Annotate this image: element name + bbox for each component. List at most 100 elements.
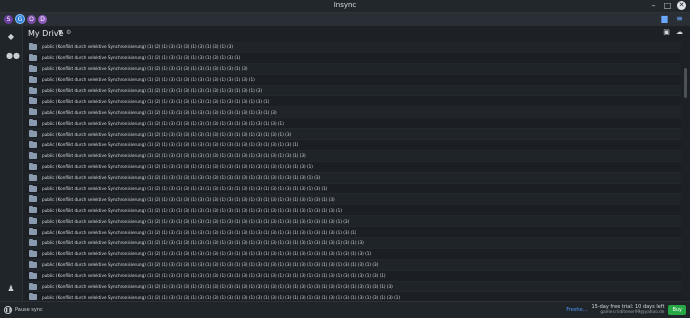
account-switcher: S G O D xyxy=(4,14,47,24)
list-item[interactable]: public (Konflikt durch selektive Synchro… xyxy=(27,140,681,151)
people-icon[interactable]: ●● xyxy=(6,51,20,61)
list-item[interactable]: public (Konflikt durch selektive Synchro… xyxy=(27,107,681,119)
folder-icon xyxy=(29,173,37,181)
list-item-label: public (Konflikt durch selektive Synchro… xyxy=(42,196,335,202)
topbar-actions: ▆ ≡ xyxy=(660,14,684,23)
list-item-label: public (Konflikt durch selektive Synchro… xyxy=(42,98,270,104)
close-button[interactable]: ✕ xyxy=(677,1,686,10)
list-item[interactable]: public (Konflikt durch selektive Synchro… xyxy=(27,238,681,249)
cloud-icon[interactable]: ☁ xyxy=(675,28,684,37)
pause-sync-button[interactable]: ❚❚ Pause sync xyxy=(4,306,43,314)
list-item-label: public (Konflikt durch selektive Synchro… xyxy=(42,109,277,115)
list-item[interactable]: public (Konflikt durch selektive Synchro… xyxy=(27,248,681,260)
folder-icon xyxy=(29,108,37,116)
title-bar: Insync – □ ✕ xyxy=(0,0,690,13)
folder-icon xyxy=(29,228,37,236)
folder-icon xyxy=(29,293,37,300)
list-item[interactable]: public (Konflikt durch selektive Synchro… xyxy=(27,172,681,184)
folder-icon xyxy=(29,249,37,257)
folder-icon xyxy=(29,271,37,279)
list-item[interactable]: public (Konflikt durch selektive Synchro… xyxy=(27,118,681,130)
view-icon[interactable]: ▣ xyxy=(662,28,671,37)
folder-icon xyxy=(29,86,37,94)
account-avatar-1[interactable]: S xyxy=(4,14,13,24)
list-item[interactable]: public (Konflikt durch selektive Synchro… xyxy=(27,161,681,173)
scrollbar[interactable] xyxy=(684,68,687,98)
list-item[interactable]: public (Konflikt durch selektive Synchro… xyxy=(27,227,681,239)
list-item[interactable]: public (Konflikt durch selektive Synchro… xyxy=(27,281,681,293)
list-item[interactable]: public (Konflikt durch selektive Synchro… xyxy=(27,183,681,195)
list-item-label: public (Konflikt durch selektive Synchro… xyxy=(42,44,234,50)
list-item-label: public (Konflikt durch selektive Synchro… xyxy=(42,262,379,268)
dropbox-icon[interactable]: ◆ xyxy=(6,32,16,42)
account-avatar-2[interactable]: G xyxy=(15,14,25,24)
folder-icon xyxy=(29,130,37,138)
list-icon[interactable]: ≡ xyxy=(675,14,684,23)
list-item-label: public (Konflikt durch selektive Synchro… xyxy=(42,120,284,126)
list-item-label: public (Konflikt durch selektive Synchro… xyxy=(42,284,393,290)
list-item-label: public (Konflikt durch selektive Synchro… xyxy=(42,77,255,83)
list-item[interactable]: public (Konflikt durch selektive Synchro… xyxy=(27,52,681,64)
list-item[interactable]: public (Konflikt durch selektive Synchro… xyxy=(27,270,681,282)
account-avatar-4[interactable]: D xyxy=(38,14,47,24)
list-item-label: public (Konflikt durch selektive Synchro… xyxy=(42,273,386,279)
list-item[interactable]: public (Konflikt durch selektive Synchro… xyxy=(27,259,681,271)
drive-header: My Drive ▼ ⚙ ▣ ☁ xyxy=(23,26,690,41)
folder-icon xyxy=(29,260,37,268)
list-item-label: public (Konflikt durch selektive Synchro… xyxy=(42,175,321,181)
upgrade-link[interactable]: Freshe... xyxy=(566,307,587,313)
folder-icon xyxy=(29,151,37,159)
list-item[interactable]: public (Konflikt durch selektive Synchro… xyxy=(27,85,681,97)
account-icon[interactable]: ♟ xyxy=(6,284,16,294)
list-item[interactable]: public (Konflikt durch selektive Synchro… xyxy=(27,74,681,86)
minimize-button[interactable]: – xyxy=(649,1,658,10)
list-item-label: public (Konflikt durch selektive Synchro… xyxy=(42,229,357,235)
list-item-label: public (Konflikt durch selektive Synchro… xyxy=(42,218,350,224)
folder-icon xyxy=(29,140,37,148)
list-item[interactable]: public (Konflikt durch selektive Synchro… xyxy=(27,42,681,53)
list-item-label: public (Konflikt durch selektive Synchro… xyxy=(42,153,306,159)
list-item-label: public (Konflikt durch selektive Synchro… xyxy=(42,240,364,246)
list-item[interactable]: public (Konflikt durch selektive Synchro… xyxy=(27,63,681,75)
folder-icon xyxy=(29,42,37,50)
list-item[interactable]: public (Konflikt durch selektive Synchro… xyxy=(27,96,681,108)
folder-icon xyxy=(29,282,37,290)
gear-icon[interactable]: ⚙ xyxy=(66,29,71,36)
chevron-down-icon[interactable]: ▼ xyxy=(58,29,63,36)
folder-icon xyxy=(29,97,37,105)
main-panel: My Drive ▼ ⚙ ▣ ☁ public (Konflikt durch … xyxy=(23,26,690,301)
folder-icon xyxy=(29,206,37,214)
folder-icon xyxy=(29,64,37,72)
pause-label: Pause sync xyxy=(15,307,43,313)
folder-icon xyxy=(29,195,37,203)
list-item[interactable]: public (Konflikt durch selektive Synchro… xyxy=(27,150,681,162)
list-item-label: public (Konflikt durch selektive Synchro… xyxy=(42,55,241,61)
list-item[interactable]: public (Konflikt durch selektive Synchro… xyxy=(27,216,681,228)
buy-button[interactable]: Buy xyxy=(668,304,686,315)
list-item[interactable]: public (Konflikt durch selektive Synchro… xyxy=(27,129,681,141)
maximize-button[interactable]: □ xyxy=(663,1,672,10)
list-item-label: public (Konflikt durch selektive Synchro… xyxy=(42,131,292,137)
list-item-label: public (Konflikt durch selektive Synchro… xyxy=(42,88,263,93)
list-item-label: public (Konflikt durch selektive Synchro… xyxy=(42,207,342,213)
account-email: gamer.riiditener99@yahoo.de xyxy=(600,310,665,315)
folder-icon xyxy=(29,162,37,170)
trial-info: 15-day free trial: 10 days left gamer.ri… xyxy=(591,304,664,315)
book-icon[interactable]: ▆ xyxy=(660,14,669,23)
status-right: Freshe... 15-day free trial: 10 days lef… xyxy=(566,304,686,315)
folder-icon xyxy=(29,75,37,83)
account-avatar-3[interactable]: O xyxy=(27,14,36,24)
drive-actions: ▣ ☁ xyxy=(662,28,684,37)
list-item[interactable]: public (Konflikt durch selektive Synchro… xyxy=(27,292,681,300)
account-bar: S G O D ▆ ≡ xyxy=(0,13,690,26)
window-controls: – □ ✕ xyxy=(649,1,686,10)
list-item-label: public (Konflikt durch selektive Synchro… xyxy=(42,142,299,148)
list-item[interactable]: public (Konflikt durch selektive Synchro… xyxy=(27,194,681,206)
list-item[interactable]: public (Konflikt durch selektive Synchro… xyxy=(27,205,681,217)
list-item-label: public (Konflikt durch selektive Synchro… xyxy=(42,294,401,300)
folder-icon xyxy=(29,238,37,246)
folder-icon xyxy=(29,119,37,127)
list-item-label: public (Konflikt durch selektive Synchro… xyxy=(42,164,313,170)
file-list: public (Konflikt durch selektive Synchro… xyxy=(27,42,681,300)
sidebar: ◆ ●● ♟ xyxy=(0,26,23,301)
